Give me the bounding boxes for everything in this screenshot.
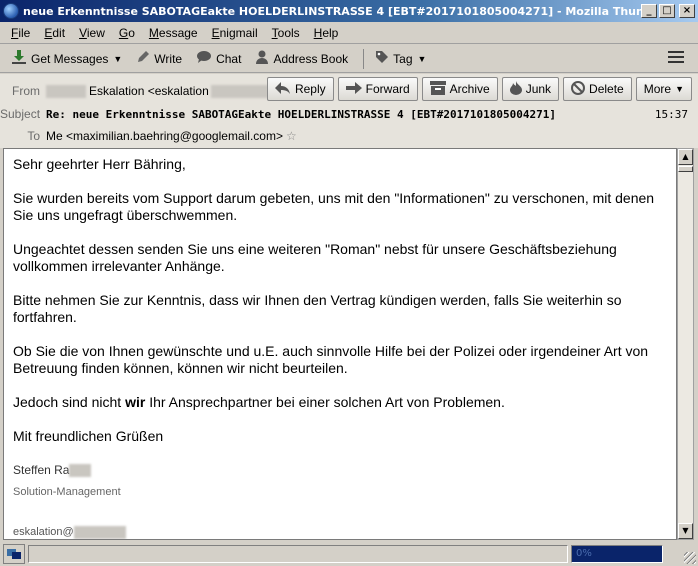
address-book-button[interactable]: Address Book bbox=[250, 48, 353, 69]
title-bar: neue Erkenntnisse SABOTAGEakte HOELDERLI… bbox=[0, 0, 698, 22]
body-emphasis: wir bbox=[125, 394, 146, 410]
message-header: From Eskalation <eskalation ☆ Reply Forw… bbox=[0, 74, 698, 148]
to-row: To Me <maximilian.baehring@googlemail.co… bbox=[0, 126, 698, 146]
to-label: To bbox=[27, 129, 40, 143]
forward-label: Forward bbox=[365, 82, 410, 96]
signature-email: eskalation@ bbox=[13, 524, 667, 539]
body-paragraph: Ob Sie die von Ihnen gewünschte und u.E.… bbox=[13, 343, 649, 376]
archive-button[interactable]: Archive bbox=[421, 77, 498, 101]
tag-label: Tag bbox=[393, 51, 413, 66]
menu-view[interactable]: View bbox=[72, 24, 112, 42]
more-label: More bbox=[643, 82, 672, 96]
signature: Steffen Ra Solution-Management eskalatio… bbox=[13, 462, 667, 539]
signature-name: Steffen Ra bbox=[13, 462, 667, 479]
body-paragraph: Ungeachtet dessen senden Sie uns eine we… bbox=[13, 241, 617, 274]
closing: Mit freundlichen Grüßen bbox=[13, 428, 164, 444]
delete-button[interactable]: Delete bbox=[563, 77, 632, 101]
chevron-down-icon: ▼ bbox=[675, 84, 684, 94]
from-label: From bbox=[12, 84, 40, 98]
redacted-block bbox=[46, 84, 86, 98]
delete-icon bbox=[571, 80, 586, 98]
connection-icon[interactable] bbox=[3, 543, 25, 564]
body-paragraph: Jedoch sind nicht wir Ihr Ansprechpartne… bbox=[13, 394, 667, 411]
write-label: Write bbox=[154, 51, 183, 66]
menu-bar: File Edit View Go Message Enigmail Tools… bbox=[0, 22, 698, 44]
signature-role: Solution-Management bbox=[13, 486, 121, 498]
reply-label: Reply bbox=[294, 82, 326, 96]
pencil-icon bbox=[136, 50, 150, 67]
scroll-thumb[interactable] bbox=[678, 166, 693, 172]
minimize-button[interactable]: _ bbox=[641, 4, 657, 18]
subject-row: Subject Re: neue Erkenntnisse SABOTAGEak… bbox=[0, 104, 698, 124]
forward-button[interactable]: Forward bbox=[337, 77, 418, 101]
chevron-down-icon: ▼ bbox=[417, 53, 427, 64]
archive-icon bbox=[429, 80, 446, 98]
resize-grip-icon[interactable] bbox=[684, 552, 696, 564]
scroll-up-icon[interactable]: ▲ bbox=[678, 149, 693, 165]
menu-message[interactable]: Message bbox=[142, 24, 205, 42]
window-title: neue Erkenntnisse SABOTAGEakte HOELDERLI… bbox=[23, 4, 641, 18]
close-button[interactable]: × bbox=[679, 4, 695, 18]
menu-edit[interactable]: Edit bbox=[37, 24, 72, 42]
get-messages-button[interactable]: Get Messages ▼ bbox=[6, 48, 127, 69]
body-text: Ihr Ansprechpartner bei einer solchen Ar… bbox=[145, 394, 505, 410]
tag-icon bbox=[375, 50, 389, 67]
junk-button[interactable]: Junk bbox=[501, 77, 560, 101]
to-value[interactable]: Me <maximilian.baehring@googlemail.com> bbox=[46, 129, 283, 143]
forward-icon bbox=[345, 81, 362, 98]
address-book-label: Address Book bbox=[273, 51, 349, 66]
person-icon bbox=[255, 50, 269, 67]
menu-go[interactable]: Go bbox=[112, 24, 142, 42]
toolbar-separator bbox=[363, 48, 365, 69]
body-paragraph: Bitte nehmen Sie zur Kenntnis, dass wir … bbox=[13, 292, 622, 325]
thunderbird-icon bbox=[3, 3, 19, 19]
message-time: 15:37 bbox=[654, 107, 688, 121]
body-paragraph: Sie wurden bereits vom Support darum geb… bbox=[13, 190, 655, 223]
status-bar: 0% bbox=[0, 541, 698, 566]
scroll-down-icon[interactable]: ▼ bbox=[678, 523, 693, 539]
flame-icon bbox=[509, 80, 522, 98]
menu-help[interactable]: Help bbox=[307, 24, 346, 42]
chevron-down-icon[interactable]: ▼ bbox=[113, 54, 122, 64]
menu-enigmail[interactable]: Enigmail bbox=[205, 24, 265, 42]
more-button[interactable]: More ▼ bbox=[635, 77, 692, 101]
message-body: Sehr geehrter Herr Bähring, Sie wurden b… bbox=[3, 148, 677, 540]
delete-label: Delete bbox=[589, 82, 624, 96]
star-icon[interactable]: ☆ bbox=[286, 129, 297, 143]
chat-button[interactable]: Chat bbox=[191, 48, 246, 69]
redacted-block bbox=[69, 464, 92, 478]
greeting: Sehr geehrter Herr Bähring, bbox=[13, 156, 186, 172]
archive-label: Archive bbox=[449, 82, 490, 96]
write-button[interactable]: Write bbox=[131, 48, 187, 69]
message-actions: Reply Forward Archive Junk Delete More ▼ bbox=[263, 77, 692, 101]
app-menu-icon[interactable] bbox=[668, 51, 684, 65]
maximize-button[interactable]: □ bbox=[659, 4, 675, 18]
get-messages-label: Get Messages bbox=[31, 51, 109, 66]
main-toolbar: Get Messages ▼ Write Chat Address Book T… bbox=[0, 45, 698, 73]
progress-bar: 0% bbox=[571, 544, 663, 563]
reply-button[interactable]: Reply bbox=[266, 77, 334, 101]
chat-label: Chat bbox=[216, 51, 242, 66]
download-icon bbox=[11, 50, 27, 67]
menu-file[interactable]: File bbox=[4, 24, 37, 42]
menu-tools[interactable]: Tools bbox=[265, 24, 307, 42]
vertical-scrollbar[interactable]: ▲ ▼ bbox=[677, 148, 694, 540]
tag-button[interactable]: Tag ▼ bbox=[370, 48, 431, 69]
subject-label: Subject bbox=[0, 107, 41, 121]
signature-email-text: eskalation@ bbox=[13, 526, 74, 538]
from-value[interactable]: Eskalation <eskalation bbox=[89, 84, 209, 98]
subject-text: Re: neue Erkenntnisse SABOTAGEakte HOELD… bbox=[46, 107, 556, 121]
body-text: Jedoch sind nicht bbox=[13, 394, 126, 410]
signature-name-text: Steffen Ra bbox=[13, 463, 70, 477]
redacted-block bbox=[73, 525, 126, 539]
status-text-field bbox=[28, 544, 568, 563]
reply-icon bbox=[274, 81, 291, 98]
chat-bubble-icon bbox=[196, 50, 212, 67]
junk-label: Junk bbox=[525, 82, 552, 96]
